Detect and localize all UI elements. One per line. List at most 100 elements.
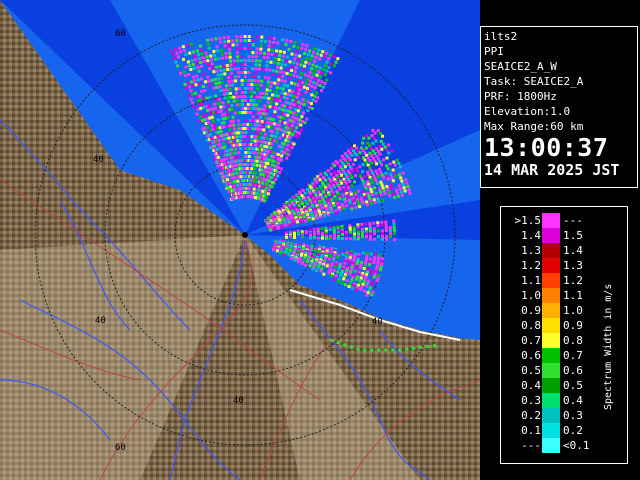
- legend-color-swatch: [542, 228, 560, 243]
- echo-gate: [314, 56, 318, 59]
- echo-gate: [261, 96, 265, 99]
- echo-gate: [301, 80, 305, 84]
- echo-gate: [257, 67, 261, 71]
- echo-gate: [181, 57, 185, 61]
- echo-gate: [375, 154, 379, 158]
- echo-gate: [301, 202, 305, 206]
- legend-color-swatch: [542, 393, 560, 408]
- echo-gate: [285, 39, 289, 43]
- echo-gate: [310, 67, 314, 71]
- echo-gate: [278, 99, 282, 103]
- echo-gate: [342, 277, 346, 281]
- echo-gate: [310, 106, 314, 110]
- echo-gate: [199, 115, 203, 119]
- echo-gate: [226, 96, 230, 100]
- echo-gate: [297, 260, 301, 264]
- echo-gate: [228, 55, 232, 59]
- echo-gate: [232, 95, 236, 99]
- legend-color-swatch: [542, 333, 560, 348]
- echo-gate: [188, 94, 192, 98]
- legend-lower-bound: 1.4: [521, 229, 541, 242]
- scan-info-panel: ilts2 PPI SEAICE2_A_W Task: SEAICE2_A PR…: [480, 26, 638, 188]
- echo-gate: [236, 67, 240, 71]
- echo-gate: [226, 92, 229, 96]
- echo-gate: [329, 172, 333, 176]
- echo-gate: [380, 229, 384, 233]
- echo-gate: [322, 68, 326, 71]
- echo-gate: [215, 65, 219, 69]
- echo-gate: [286, 93, 290, 96]
- echo-gate: [298, 131, 301, 135]
- echo-gate: [298, 105, 302, 109]
- scan-time: 13:00:37: [484, 133, 609, 162]
- echo-gate: [259, 91, 263, 95]
- echo-gate: [353, 237, 356, 241]
- echo-gate: [358, 265, 362, 269]
- echo-gate: [232, 123, 236, 127]
- echo-gate: [350, 184, 354, 188]
- echo-gate: [286, 139, 290, 143]
- echo-gate: [375, 267, 378, 271]
- echo-gate: [293, 258, 297, 262]
- legend-row: 1.3 1.4: [501, 243, 627, 258]
- echo-gate: [212, 70, 216, 74]
- echo-gate: [333, 194, 337, 198]
- echo-gate: [325, 208, 329, 212]
- echo-gate: [231, 172, 235, 176]
- echo-gate: [398, 187, 402, 191]
- echo-gate: [270, 52, 274, 56]
- echo-gate: [288, 136, 292, 139]
- echo-gate: [292, 221, 296, 225]
- echo-gate: [348, 272, 352, 276]
- echo-gate: [197, 69, 201, 73]
- echo-gate: [220, 113, 224, 117]
- echo-gate: [363, 175, 367, 178]
- echo-gate: [202, 106, 206, 109]
- echo-gate: [187, 73, 191, 76]
- echo-gate: [300, 47, 304, 50]
- echo-gate: [325, 51, 329, 55]
- echo-gate: [281, 112, 285, 116]
- echo-gate: [202, 85, 205, 88]
- echo-gate: [246, 107, 250, 110]
- echo-gate: [268, 40, 272, 44]
- echo-gate: [317, 48, 321, 52]
- echo-gate: [384, 171, 388, 175]
- echo-gate: [283, 113, 287, 116]
- echo-gate: [359, 287, 363, 291]
- echo-gate: [308, 49, 312, 53]
- echo-gate: [275, 249, 279, 253]
- echo-gate: [377, 175, 380, 179]
- echo-gate: [316, 252, 320, 256]
- echo-gate: [300, 72, 304, 76]
- echo-gate: [299, 253, 303, 257]
- echo-gate: [256, 135, 260, 139]
- echo-gate: [389, 235, 392, 238]
- echo-gate: [190, 80, 193, 84]
- echo-gate: [237, 71, 240, 75]
- legend-upper-bound: 0.3: [563, 409, 583, 422]
- echo-gate: [332, 203, 336, 207]
- echo-gate: [276, 226, 280, 230]
- echo-gate: [295, 220, 299, 224]
- echo-gate: [320, 206, 324, 210]
- echo-gate: [277, 161, 280, 165]
- echo-gate: [358, 165, 362, 169]
- echo-gate: [317, 236, 320, 240]
- echo-gate: [305, 117, 309, 121]
- echo-gate: [247, 151, 251, 155]
- echo-gate: [367, 194, 371, 198]
- echo-gate: [204, 51, 208, 55]
- echo-gate: [321, 85, 325, 89]
- echo-gate: [223, 92, 226, 96]
- echo-gate: [272, 159, 276, 163]
- echo-gate: [191, 101, 195, 105]
- echo-gate: [311, 257, 315, 261]
- echo-gate: [287, 153, 291, 157]
- echo-gate: [375, 162, 379, 166]
- echo-gate: [280, 62, 284, 66]
- echo-gate: [319, 269, 323, 273]
- echo-gate: [260, 35, 264, 39]
- echo-gate: [368, 185, 372, 189]
- echo-gate: [329, 250, 333, 254]
